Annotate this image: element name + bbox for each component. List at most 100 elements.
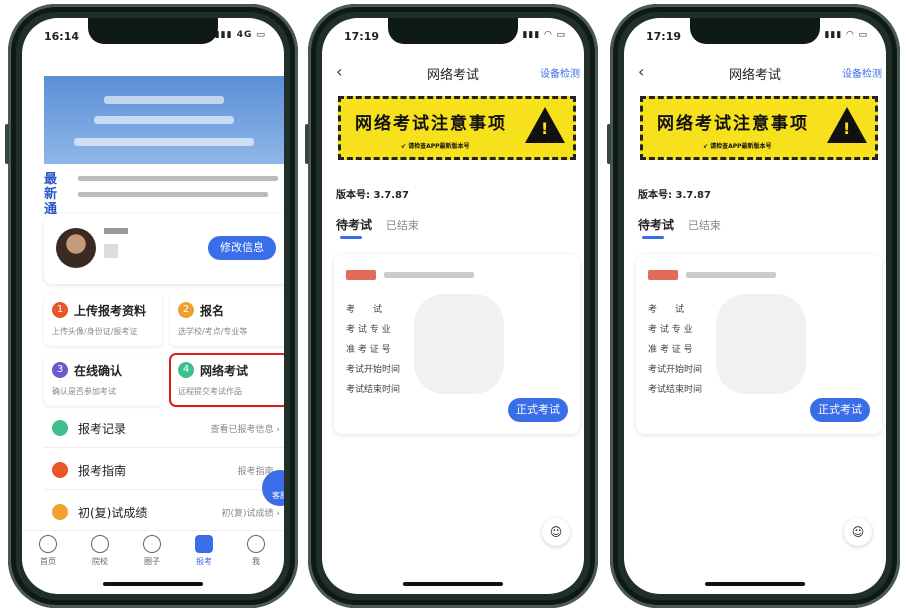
news-line-blur	[78, 176, 278, 181]
tab-schools[interactable]: 院校	[80, 535, 120, 567]
profile-id-blur	[104, 244, 118, 258]
user-icon	[247, 535, 265, 553]
notice-title: 网络考试注意事项	[657, 114, 809, 134]
exam-card: 考 试 考 试 专 业 准 考 证 号 考试开始时间 考试结束时间 正式考试	[334, 254, 580, 434]
chat-icon	[143, 535, 161, 553]
grid-title: 报名	[200, 304, 225, 318]
records-icon	[52, 420, 68, 436]
grid-online-confirm[interactable]: 3 在线确认 确认是否参加考试	[44, 354, 162, 406]
tab-pending[interactable]: 待考试	[638, 218, 674, 232]
phone-exam-1: 17:19 ▮▮▮ ◠ ▭ ‹ 网络考试 设备检测 网络考试注意事项 ↙ 请检查…	[305, 4, 598, 608]
list-item-hint: 初(复)试成绩 ›	[221, 509, 280, 519]
exam-row: 考试结束时间	[346, 385, 401, 395]
phone-exam-2: 17:19 ▮▮▮ ◠ ▭ ‹ 网络考试 设备检测 网络考试注意事项 ↙ 请检查…	[607, 4, 900, 608]
notice-title: 网络考试注意事项	[355, 114, 507, 134]
tab-apply[interactable]: 报考	[184, 535, 224, 567]
assistant-icon[interactable]: ☺	[844, 518, 872, 546]
notch	[88, 18, 218, 44]
assistant-icon[interactable]: ☺	[542, 518, 570, 546]
grid-title: 网络考试	[200, 364, 249, 378]
banner-text-blur	[104, 96, 224, 104]
exam-row: 考试结束时间	[648, 385, 703, 395]
exam-notice-banner[interactable]: 网络考试注意事项 ↙ 请检查APP最新版本号	[640, 96, 878, 160]
start-exam-button[interactable]: 正式考试	[810, 398, 870, 422]
step-number: 2	[178, 302, 194, 318]
exam-row: 考试开始时间	[346, 365, 401, 375]
device-check-link[interactable]: 设备检测	[540, 65, 580, 80]
warning-icon	[827, 107, 867, 143]
exam-row: 考 试	[648, 305, 685, 315]
tab-circle[interactable]: 圈子	[132, 535, 172, 567]
list-item-title: 报考指南	[78, 464, 127, 478]
banner-text-blur	[74, 138, 254, 146]
list-item-hint: 查看已报考信息 ›	[210, 425, 280, 435]
grid-subtitle: 确认是否参加考试	[52, 387, 116, 396]
tab-label: 圈子	[144, 557, 160, 566]
exam-screen: 17:19 ▮▮▮ ◠ ▭ ‹ 网络考试 设备检测 网络考试注意事项 ↙ 请检查…	[624, 18, 886, 594]
tab-home[interactable]: 首页	[28, 535, 68, 567]
device-check-link[interactable]: 设备检测	[842, 65, 882, 80]
edit-info-button[interactable]: 修改信息	[208, 236, 276, 260]
nav-bar: ‹ 网络考试 设备检测	[624, 56, 886, 86]
tab-label: 院校	[92, 557, 108, 566]
start-exam-button[interactable]: 正式考试	[508, 398, 568, 422]
banner-text-blur	[94, 116, 234, 124]
school-name-blur	[686, 272, 776, 278]
exam-tabs: 待考试 已结束	[638, 216, 721, 233]
home-indicator	[103, 582, 203, 586]
grid-title: 上传报考资料	[74, 304, 147, 318]
grid-register[interactable]: 2 报名 选学校/考点/专业等	[170, 294, 284, 346]
tab-finished[interactable]: 已结束	[386, 219, 419, 232]
exam-notice-banner[interactable]: 网络考试注意事项 ↙ 请检查APP最新版本号	[338, 96, 576, 160]
notch	[690, 18, 820, 44]
grid-online-exam[interactable]: 4 网络考试 远程提交考试作品	[169, 353, 284, 407]
exam-row: 考 试	[346, 305, 383, 315]
exam-screen: 17:19 ▮▮▮ ◠ ▭ ‹ 网络考试 设备检测 网络考试注意事项 ↙ 请检查…	[322, 18, 584, 594]
scores-icon	[52, 504, 68, 520]
tab-me[interactable]: 我	[236, 535, 276, 567]
exam-row: 考 试 专 业	[346, 325, 391, 335]
home-indicator	[705, 582, 805, 586]
step-number: 1	[52, 302, 68, 318]
logo-blur	[648, 270, 678, 280]
version-label: 版本号: 3.7.87	[638, 190, 711, 201]
signal-indicator: ▮▮▮ ◠ ▭	[522, 30, 566, 40]
signal-indicator: ▮▮▮ ◠ ▭	[824, 30, 868, 40]
exam-card: 考 试 考 试 专 业 准 考 证 号 考试开始时间 考试结束时间 正式考试	[636, 254, 882, 434]
status-time: 16:14	[44, 30, 80, 43]
home-indicator	[403, 582, 503, 586]
nav-bar: ‹ 网络考试 设备检测	[322, 56, 584, 86]
phone-home: 16:14 ▮▮▮ 4G ▭ 最新通告 修改信息 1 上传报考资料 上传头像/身…	[5, 4, 298, 608]
guide-icon	[52, 462, 68, 478]
news-ticker[interactable]: 最新通告	[44, 168, 284, 232]
tab-pending[interactable]: 待考试	[336, 218, 372, 232]
warning-icon	[525, 107, 565, 143]
list-item-title: 报考记录	[78, 422, 127, 436]
grid-upload-materials[interactable]: 1 上传报考资料 上传头像/身份证/报考证	[44, 294, 162, 346]
redaction-mask	[414, 294, 504, 394]
list-item-scores[interactable]: 初(复)试成绩 初(复)试成绩 ›	[44, 492, 284, 532]
tab-finished[interactable]: 已结束	[688, 219, 721, 232]
list-item-guide[interactable]: 报考指南 报考指南 ›	[44, 450, 284, 490]
network-label: 4G	[236, 30, 253, 40]
list-item-records[interactable]: 报考记录 查看已报考信息 ›	[44, 408, 284, 448]
profile-name-blur	[104, 228, 128, 234]
notch	[388, 18, 518, 44]
school-icon	[91, 535, 109, 553]
home-screen: 16:14 ▮▮▮ 4G ▭ 最新通告 修改信息 1 上传报考资料 上传头像/身…	[22, 18, 284, 594]
tab-label: 报考	[196, 557, 212, 566]
news-line-blur	[78, 192, 268, 197]
notice-subtitle: ↙ 请检查APP最新版本号	[703, 143, 772, 150]
grid-title: 在线确认	[74, 364, 123, 378]
exam-row: 准 考 证 号	[346, 345, 391, 355]
grid-subtitle: 选学校/考点/专业等	[178, 327, 248, 336]
logo-blur	[346, 270, 376, 280]
step-number: 4	[178, 362, 194, 378]
home-banner[interactable]	[44, 76, 284, 164]
list-item-title: 初(复)试成绩	[78, 506, 148, 520]
step-number: 3	[52, 362, 68, 378]
exam-row: 考试开始时间	[648, 365, 703, 375]
grid-subtitle: 远程提交考试作品	[178, 387, 242, 396]
avatar	[56, 228, 96, 268]
status-time: 17:19	[344, 30, 380, 43]
